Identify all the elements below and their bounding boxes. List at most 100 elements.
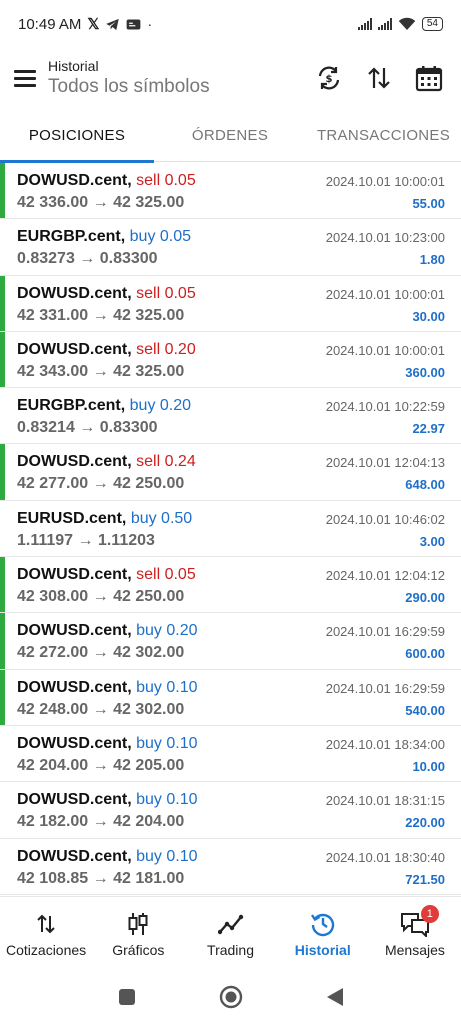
position-row[interactable]: DOWUSD.cent, buy 0.10 42 248.00 → 42 302.…: [0, 669, 461, 726]
calendar-button[interactable]: [413, 62, 445, 94]
telegram-icon: [106, 18, 120, 30]
back-triangle-icon: [326, 988, 343, 1006]
position-symbol: EURGBP.cent,: [17, 397, 126, 415]
position-prices: 42 272.00 → 42 302.00: [17, 644, 185, 662]
position-row[interactable]: DOWUSD.cent, sell 0.24 42 277.00 → 42 250…: [0, 444, 461, 501]
position-row[interactable]: DOWUSD.cent, sell 0.05 42 308.00 → 42 250…: [0, 557, 461, 614]
quotes-arrows-icon: [37, 914, 55, 933]
calendar-icon: [415, 66, 443, 92]
position-symbol: EURUSD.cent,: [17, 509, 127, 527]
position-type-volume: sell 0.24: [136, 453, 196, 471]
position-prices: 42 277.00 → 42 250.00: [17, 475, 185, 493]
position-time: 2024.10.01 10:23:00: [325, 230, 445, 246]
system-navigation-bar: [0, 970, 461, 1024]
position-profit: 1.80: [419, 252, 445, 268]
position-symbol: DOWUSD.cent,: [17, 172, 132, 189]
nav-label: Mensajes: [384, 941, 445, 958]
trading-line-icon: [217, 914, 243, 934]
position-prices: 1.11197 → 1.11203: [17, 531, 155, 549]
position-prices: 0.83273 → 0.83300: [17, 250, 158, 268]
position-prices: 42 336.00 → 42 325.00: [17, 194, 185, 211]
position-type-volume: buy 0.05: [129, 228, 192, 246]
position-type-volume: buy 0.20: [129, 397, 192, 415]
nav-graficos[interactable]: Gráficos: [92, 897, 184, 970]
position-row[interactable]: DOWUSD.cent, buy 0.20 42 272.00 → 42 302.…: [0, 613, 461, 670]
header-title-block[interactable]: Historial Todos los símbolos: [48, 57, 210, 99]
position-symbol-line: DOWUSD.cent, sell 0.05: [17, 172, 196, 190]
position-profit: 3.00: [419, 533, 445, 549]
position-type-volume: buy 0.10: [136, 791, 198, 809]
status-system-icons: 54: [357, 17, 443, 31]
position-symbol-line: EURGBP.cent, buy 0.20: [17, 397, 191, 415]
sort-button[interactable]: [363, 62, 395, 94]
position-prices: 42 248.00 → 42 302.00: [17, 700, 185, 718]
nav-trading[interactable]: Trading: [184, 897, 276, 970]
home-circle-icon: [219, 985, 242, 1009]
position-type-volume: buy 0.10: [136, 734, 198, 752]
position-type-volume: sell 0.20: [136, 340, 196, 358]
position-row[interactable]: DOWUSD.cent, sell 0.05 42 336.00 → 42 325…: [0, 163, 461, 220]
position-prices: 42 108.85 → 42 181.00: [17, 869, 185, 887]
position-row[interactable]: DOWUSD.cent, buy 0.10 42 182.00 → 42 204.…: [0, 782, 461, 839]
position-type-volume: buy 0.20: [136, 622, 198, 640]
position-symbol-line: DOWUSD.cent, buy 0.10: [17, 735, 198, 753]
dot-icon: ·: [147, 16, 153, 32]
home-button[interactable]: [219, 985, 243, 1009]
position-time: 2024.10.01 12:04:13: [325, 455, 445, 471]
tab-posiciones[interactable]: POSICIONES: [0, 108, 154, 163]
position-row[interactable]: EURGBP.cent, buy 0.05 0.83273 → 0.83300 20…: [0, 219, 461, 276]
nav-cotizaciones[interactable]: Cotizaciones: [0, 897, 92, 970]
position-profit: 220.00: [405, 815, 445, 831]
nav-historial[interactable]: Historial: [277, 897, 369, 970]
position-row[interactable]: DOWUSD.cent, sell 0.20 42 343.00 → 42 325…: [0, 331, 461, 389]
position-prices: 42 343.00 → 42 325.00: [17, 362, 185, 380]
nav-label: Gráficos: [112, 941, 165, 958]
back-button[interactable]: [323, 985, 347, 1009]
position-type-volume: buy 0.10: [136, 678, 198, 696]
position-row[interactable]: DOWUSD.cent, buy 0.10 42 204.00 → 42 205.…: [0, 726, 461, 783]
position-type-volume: sell 0.05: [136, 566, 196, 584]
position-type-volume: sell 0.05: [136, 284, 196, 302]
position-symbol-line: DOWUSD.cent, sell 0.20: [17, 341, 196, 359]
position-profit: 55.00: [412, 196, 445, 211]
position-row[interactable]: DOWUSD.cent, buy 0.10 42 108.85 → 42 181.…: [0, 839, 461, 895]
tab-ordenes[interactable]: ÓRDENES: [154, 108, 306, 162]
position-time: 2024.10.01 16:29:59: [325, 624, 445, 640]
position-symbol-line: DOWUSD.cent, sell 0.05: [17, 566, 196, 584]
position-symbol-line: EURUSD.cent, buy 0.50: [17, 510, 192, 528]
battery-icon: 54: [421, 17, 443, 31]
position-symbol-line: DOWUSD.cent, buy 0.10: [17, 848, 198, 866]
x-app-icon: 𝕏: [87, 16, 100, 33]
position-time: 2024.10.01 10:00:01: [325, 286, 445, 302]
position-prices: 42 204.00 → 42 205.00: [17, 756, 185, 774]
candlestick-icon: [128, 912, 148, 935]
position-symbol-line: DOWUSD.cent, buy 0.10: [17, 679, 198, 697]
app-header: Historial Todos los símbolos $: [0, 48, 461, 108]
position-time: 2024.10.01 10:22:59: [325, 399, 445, 415]
status-bar: 10:49 AM 𝕏 · 54: [0, 0, 461, 48]
position-row[interactable]: DOWUSD.cent, sell 0.05 42 331.00 → 42 325…: [0, 275, 461, 332]
nav-label: Cotizaciones: [6, 941, 87, 958]
position-prices: 42 182.00 → 42 204.00: [17, 813, 185, 831]
position-row[interactable]: EURGBP.cent, buy 0.20 0.83214 → 0.83300 20…: [0, 388, 461, 445]
history-tabs: POSICIONES ÓRDENES TRANSACCIONES: [0, 108, 461, 163]
position-row[interactable]: EURUSD.cent, buy 0.50 1.11197 → 1.11203 20…: [0, 501, 461, 558]
position-symbol: DOWUSD.cent,: [17, 734, 132, 752]
nav-mensajes[interactable]: 1 Mensajes: [369, 897, 461, 970]
position-profit: 10.00: [412, 758, 445, 774]
position-time: 2024.10.01 10:46:02: [325, 511, 445, 527]
position-profit: 30.00: [412, 308, 445, 324]
recents-button[interactable]: [115, 985, 139, 1009]
svg-text:$: $: [326, 74, 333, 85]
position-symbol: DOWUSD.cent,: [17, 566, 132, 584]
position-symbol: DOWUSD.cent,: [17, 453, 132, 471]
position-type-volume: buy 0.50: [130, 509, 193, 527]
symbol-filter-label: Todos los símbolos: [48, 76, 210, 97]
position-time: 2024.10.01 16:29:59: [325, 680, 445, 696]
recents-square-icon: [118, 989, 135, 1005]
menu-button[interactable]: [2, 55, 48, 101]
tab-transacciones[interactable]: TRANSACCIONES: [306, 108, 461, 162]
status-notification-icons: 𝕏 ·: [87, 15, 152, 33]
position-time: 2024.10.01 12:04:12: [325, 568, 445, 584]
currency-sync-button[interactable]: $: [313, 62, 345, 94]
